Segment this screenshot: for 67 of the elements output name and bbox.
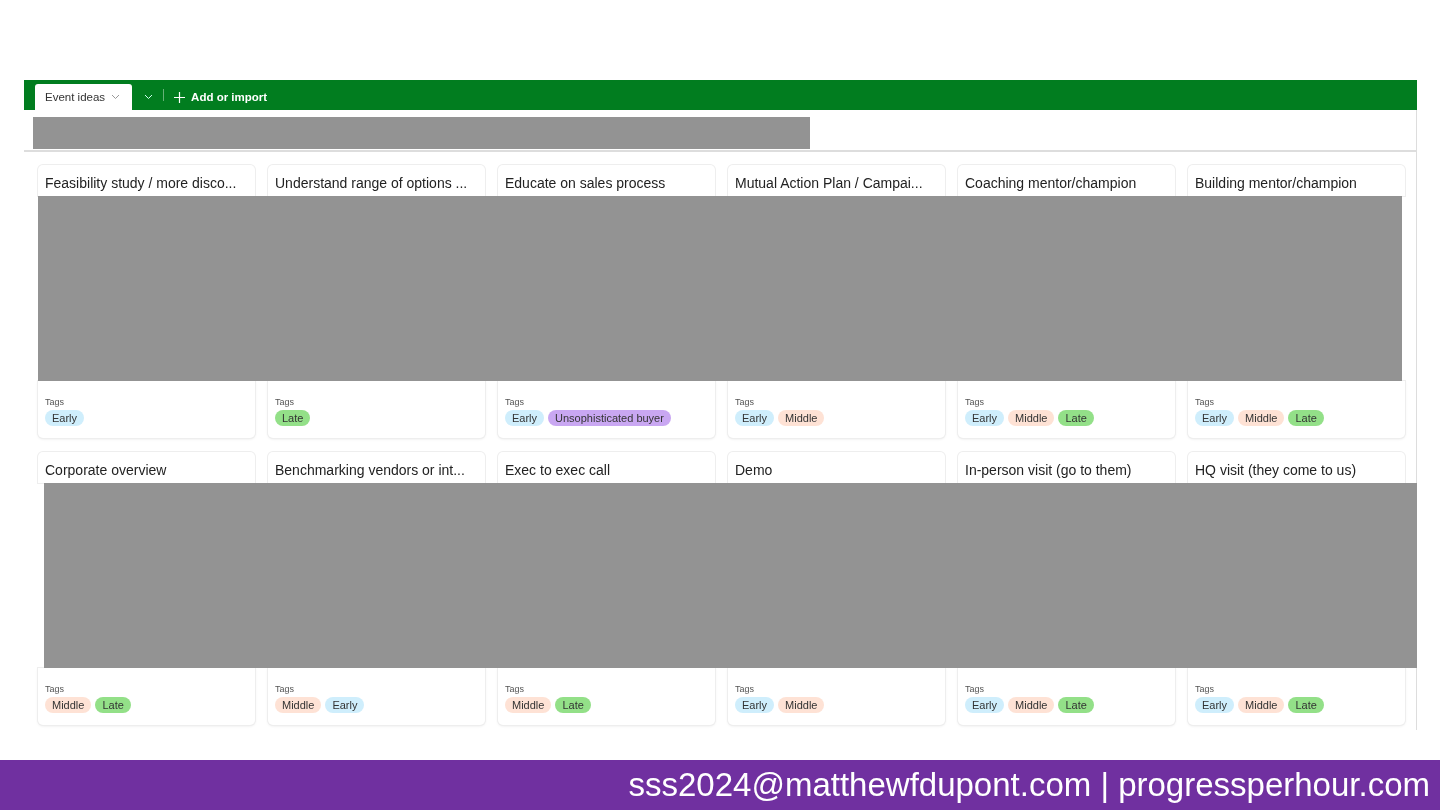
tag: Late bbox=[275, 410, 311, 426]
plus-icon bbox=[174, 91, 186, 103]
field-label: Tags bbox=[275, 397, 295, 407]
tag: Early bbox=[735, 697, 775, 713]
tag: Late bbox=[555, 697, 591, 713]
card-footer[interactable]: Tags Middle Late bbox=[38, 668, 255, 725]
tag: Unsophisticated buyer bbox=[548, 410, 671, 426]
card-title: Educate on sales process bbox=[505, 175, 667, 192]
field-label: Tags bbox=[505, 397, 525, 407]
card-title: Benchmarking vendors or int... bbox=[275, 462, 466, 479]
tag: Early bbox=[45, 410, 85, 426]
add-or-import-button[interactable]: Add or import bbox=[170, 84, 272, 110]
tag: Late bbox=[95, 697, 131, 713]
card-footer[interactable]: Tags Middle Late bbox=[498, 668, 715, 725]
field-label: Tags bbox=[275, 684, 295, 694]
tag: Early bbox=[325, 697, 365, 713]
tag: Middle bbox=[275, 697, 322, 713]
field-label: Tags bbox=[505, 684, 525, 694]
tag: Early bbox=[1195, 697, 1235, 713]
card-footer[interactable]: Tags Middle Early bbox=[268, 668, 485, 725]
tag: Middle bbox=[1008, 697, 1055, 713]
card-title: Feasibility study / more disco... bbox=[45, 175, 238, 192]
tag: Early bbox=[965, 697, 1005, 713]
tag: Late bbox=[1288, 410, 1324, 426]
card-title: Corporate overview bbox=[45, 462, 168, 479]
field-label: Tags bbox=[45, 397, 65, 407]
tag: Middle bbox=[778, 410, 825, 426]
tag: Late bbox=[1058, 410, 1094, 426]
tag: Late bbox=[1058, 697, 1094, 713]
field-label: Tags bbox=[1195, 684, 1215, 694]
card-footer[interactable]: Tags Early bbox=[38, 381, 255, 438]
tag: Early bbox=[505, 410, 545, 426]
card-title: In-person visit (go to them) bbox=[965, 462, 1133, 479]
card-title: Coaching mentor/champion bbox=[965, 175, 1138, 192]
view-tab[interactable]: Event ideas bbox=[35, 84, 133, 110]
tag: Middle bbox=[778, 697, 825, 713]
field-label: Tags bbox=[1195, 397, 1215, 407]
card-footer[interactable]: Tags Early Middle Late bbox=[958, 381, 1175, 438]
tag: Early bbox=[1195, 410, 1235, 426]
card-title: HQ visit (they come to us) bbox=[1195, 462, 1358, 479]
tag: Middle bbox=[1238, 697, 1285, 713]
field-label: Tags bbox=[45, 684, 65, 694]
field-label: Tags bbox=[965, 684, 985, 694]
caret-icon bbox=[111, 94, 121, 100]
tag: Early bbox=[965, 410, 1005, 426]
tag: Middle bbox=[1238, 410, 1285, 426]
card-title: Understand range of options ... bbox=[275, 175, 469, 192]
card-footer[interactable]: Tags Early Middle bbox=[728, 381, 945, 438]
tag: Early bbox=[735, 410, 775, 426]
card-footer[interactable]: Tags Early Unsophisticated buyer bbox=[498, 381, 715, 438]
card-footer[interactable]: Tags Early Middle Late bbox=[958, 668, 1175, 725]
tag: Late bbox=[1288, 697, 1324, 713]
card-footer[interactable]: Tags Late bbox=[268, 381, 485, 438]
card-footer[interactable]: Tags Early Middle Late bbox=[1188, 668, 1405, 725]
card-title: Building mentor/champion bbox=[1195, 175, 1358, 192]
field-label: Tags bbox=[965, 397, 985, 407]
card-title: Demo bbox=[735, 462, 774, 479]
footer-text: sss2024@matthewfdupont.com | progressperhour.com bbox=[628, 766, 1430, 804]
card-footer[interactable]: Tags Early Middle bbox=[728, 668, 945, 725]
tag: Middle bbox=[1008, 410, 1055, 426]
card-title: Exec to exec call bbox=[505, 462, 612, 479]
field-label: Tags bbox=[735, 397, 755, 407]
card-title: Mutual Action Plan / Campai... bbox=[735, 175, 924, 192]
tag: Middle bbox=[505, 697, 552, 713]
card-footer[interactable]: Tags Early Middle Late bbox=[1188, 381, 1405, 438]
tag: Middle bbox=[45, 697, 92, 713]
field-label: Tags bbox=[735, 684, 755, 694]
